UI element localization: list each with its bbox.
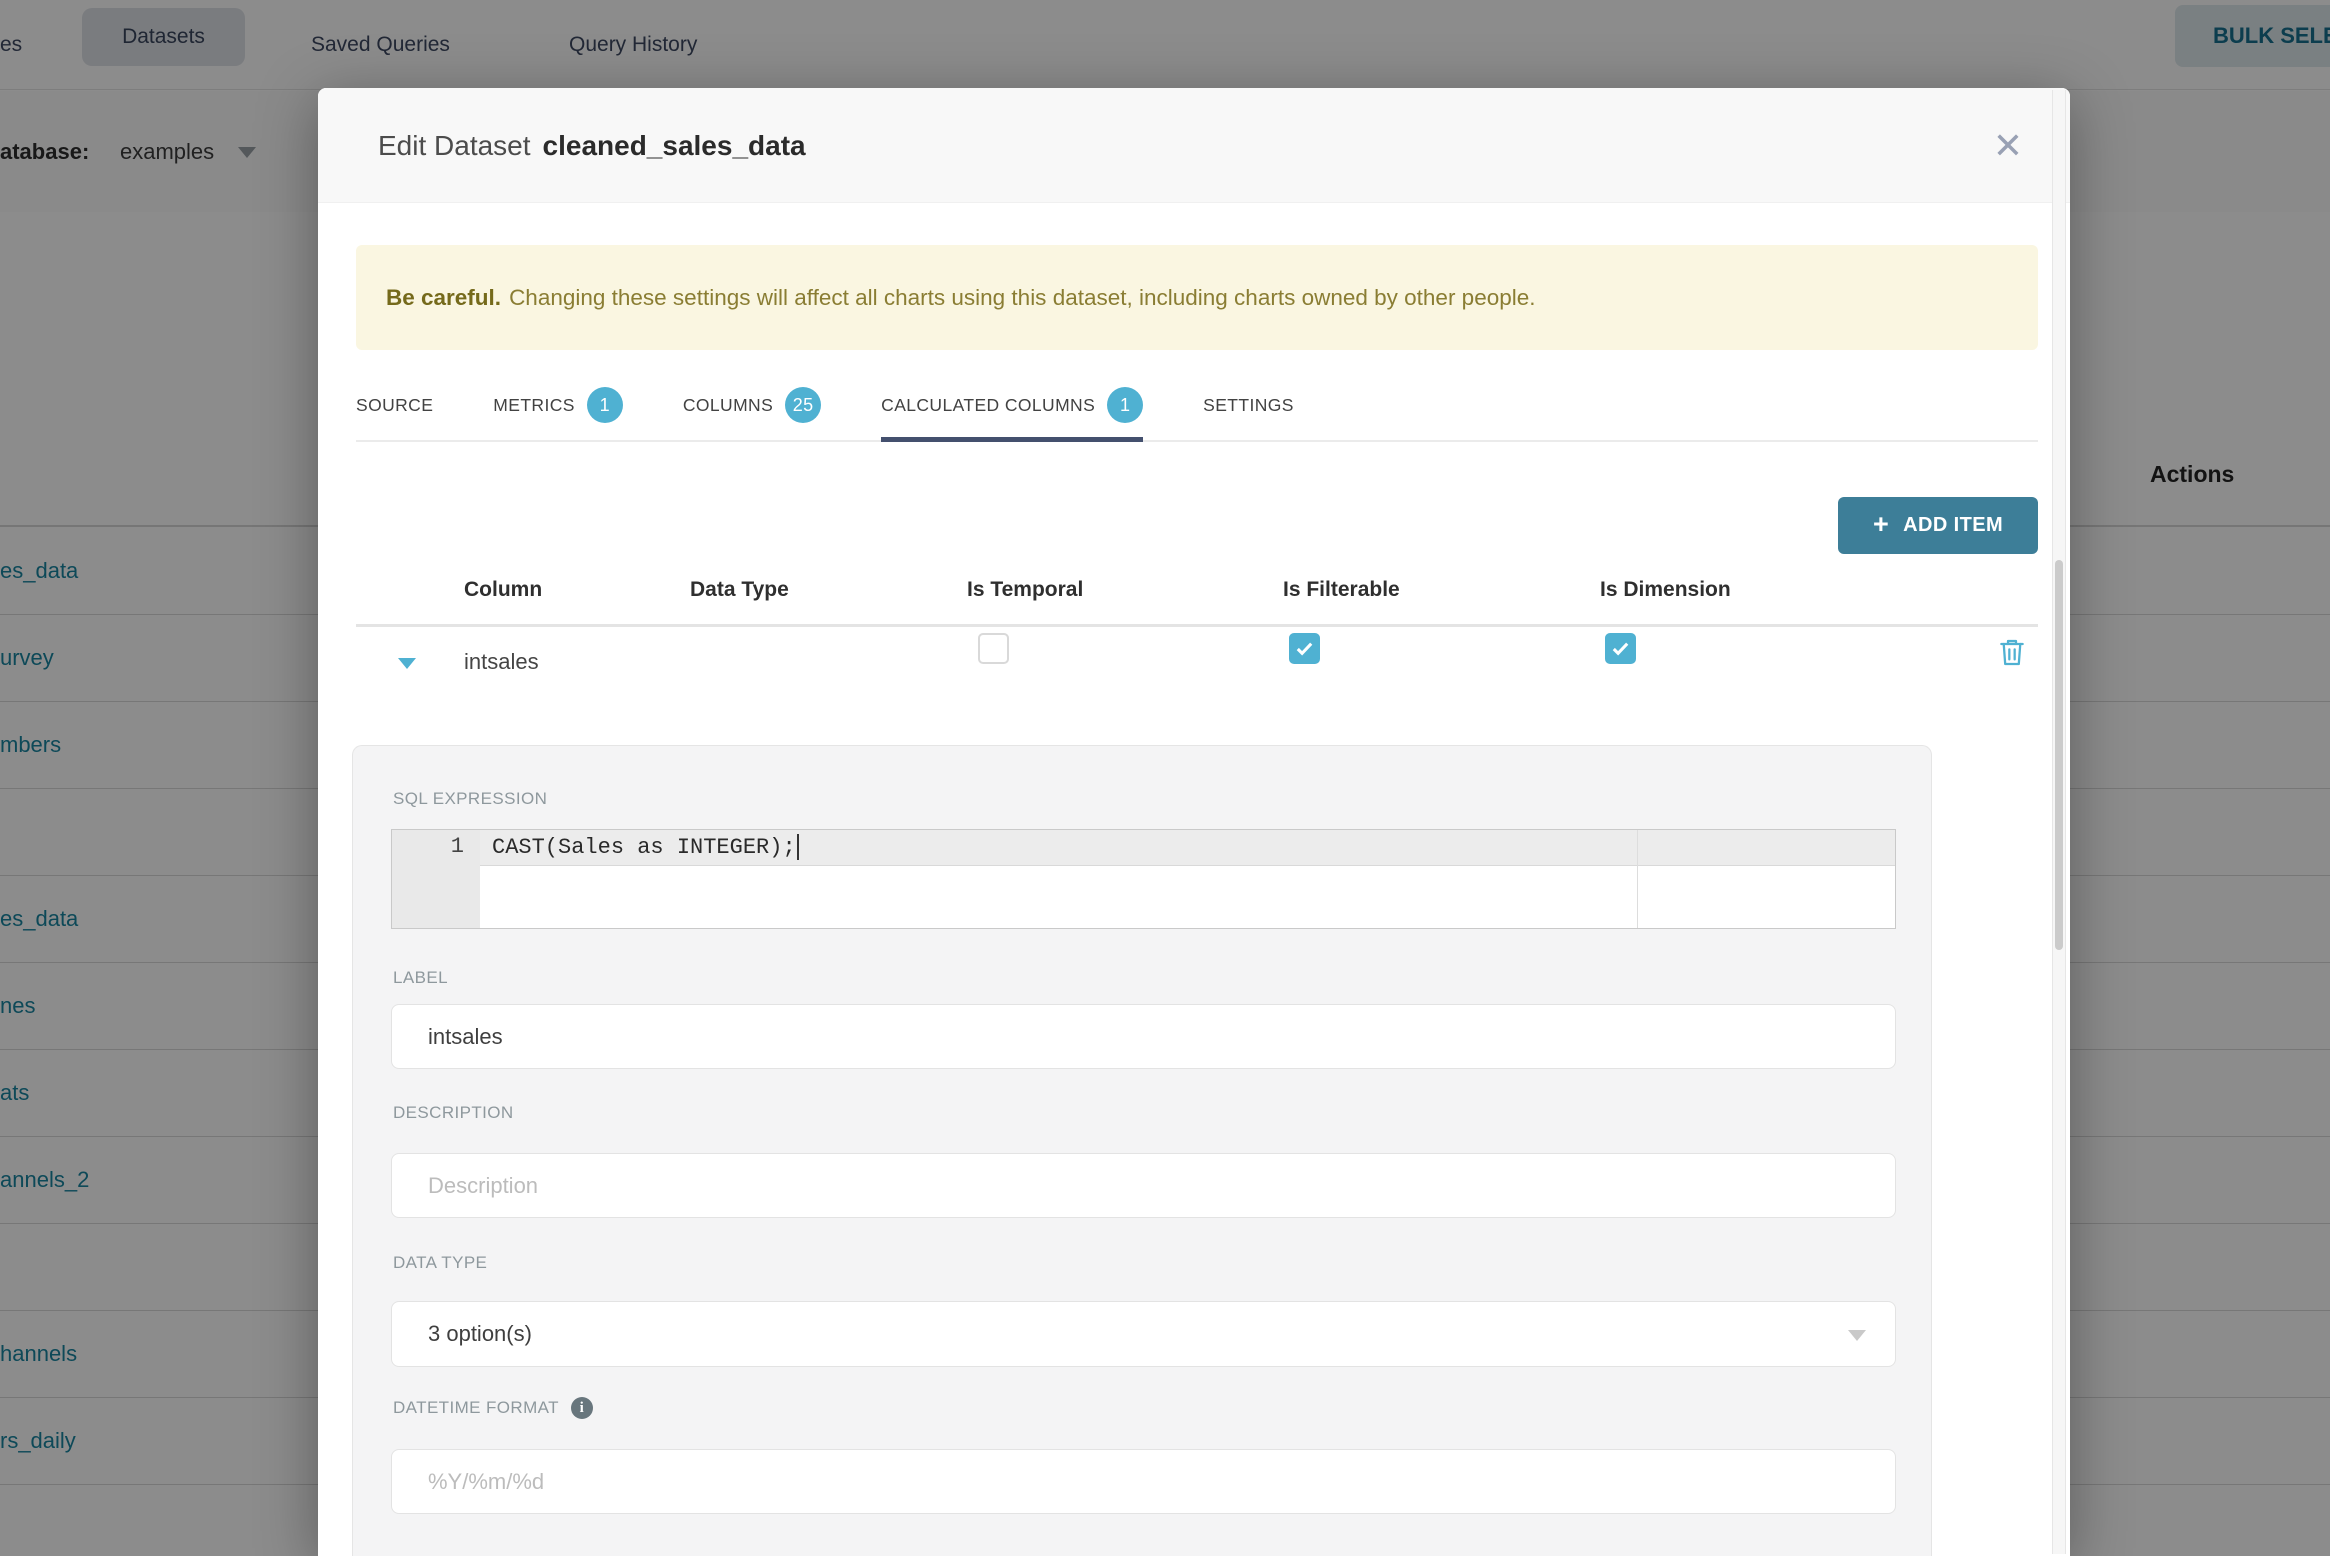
description-field-label: DESCRIPTION (393, 1103, 514, 1122)
calculated-column-name: intsales (464, 649, 539, 674)
count-badge: 25 (785, 387, 822, 423)
tab-label: COLUMNS (682, 394, 774, 415)
is-dimension-checkbox[interactable] (1605, 633, 1636, 664)
label-input-value: intsales (428, 1023, 503, 1049)
expand-caret-icon[interactable] (398, 658, 416, 669)
datetime-format-field-label: DATETIME FORMAT i (393, 1397, 593, 1419)
tab-label: CALCULATED COLUMNS (881, 394, 1096, 415)
tab-settings[interactable]: SETTINGS (1203, 370, 1294, 440)
label-field-label: LABEL (393, 968, 448, 987)
modal-scrollbar[interactable] (2052, 90, 2066, 1554)
description-input[interactable]: Description (391, 1153, 1896, 1218)
is-filterable-checkbox[interactable] (1289, 633, 1320, 664)
column-header-is-dimension: Is Dimension (1600, 578, 1731, 601)
count-badge: 1 (586, 387, 623, 423)
screen: es Datasets Saved Queries Query History … (0, 0, 2330, 1556)
data-type-select[interactable]: 3 option(s) (391, 1301, 1896, 1367)
add-item-button[interactable]: + ADD ITEM (1838, 497, 2038, 554)
check-icon (1612, 642, 1629, 656)
data-type-field-label: DATA TYPE (393, 1253, 488, 1272)
is-temporal-checkbox[interactable] (978, 633, 1009, 664)
columns-header-divider (356, 624, 2038, 627)
description-placeholder: Description (428, 1172, 539, 1198)
column-header-is-temporal: Is Temporal (967, 578, 1084, 601)
datetime-format-input[interactable]: %Y/%m/%d (391, 1449, 1896, 1514)
trash-icon[interactable] (1996, 636, 2028, 668)
modal-header: Edit Dataset cleaned_sales_data ✕ (318, 88, 2070, 203)
modal-title: Edit Dataset cleaned_sales_data (378, 88, 806, 203)
column-header-column: Column (464, 578, 543, 601)
editor-print-margin (1637, 830, 1638, 928)
select-caret-icon[interactable] (1848, 1330, 1866, 1341)
scrollbar-thumb[interactable] (2055, 560, 2063, 950)
datetime-format-placeholder: %Y/%m/%d (428, 1468, 545, 1494)
sql-expression-label: SQL EXPRESSION (393, 789, 548, 808)
add-item-label: ADD ITEM (1903, 514, 2004, 536)
text-cursor (796, 834, 799, 860)
column-header-data-type: Data Type (690, 578, 789, 601)
tab-calculated-columns[interactable]: CALCULATED COLUMNS 1 (881, 370, 1144, 442)
datetime-format-label-text: DATETIME FORMAT (393, 1398, 559, 1417)
modal-title-dataset-name: cleaned_sales_data (542, 129, 806, 161)
label-input[interactable]: intsales (391, 1004, 1896, 1069)
plus-icon: + (1872, 508, 1890, 539)
data-type-value: 3 option(s) (428, 1321, 532, 1346)
tab-label: SOURCE (356, 394, 434, 415)
tab-columns[interactable]: COLUMNS 25 (682, 370, 822, 440)
count-badge: 1 (1107, 387, 1144, 423)
tab-metrics[interactable]: METRICS 1 (493, 370, 623, 440)
check-icon (1296, 642, 1313, 656)
close-icon[interactable]: ✕ (1986, 124, 2030, 168)
tab-label: SETTINGS (1203, 394, 1294, 415)
warning-banner: Be careful. Changing these settings will… (356, 245, 2038, 350)
tab-label: METRICS (493, 394, 575, 415)
info-icon[interactable]: i (570, 1397, 593, 1419)
modal-tabs: SOURCE METRICS 1 COLUMNS 25 CALCULATED C… (356, 370, 2038, 442)
warning-bold: Be careful. (386, 284, 502, 310)
sql-code: CAST(Sales as INTEGER); (492, 834, 799, 860)
editor-line-number: 1 (450, 834, 464, 859)
modal-title-prefix: Edit Dataset (378, 129, 531, 161)
column-header-is-filterable: Is Filterable (1283, 578, 1400, 601)
calculated-column-detail-panel: SQL EXPRESSION 1 CAST(Sales as INTEGER);… (352, 745, 1932, 1556)
edit-dataset-modal: Edit Dataset cleaned_sales_data ✕ Be car… (318, 88, 2070, 1556)
tab-source[interactable]: SOURCE (356, 370, 433, 440)
warning-text: Changing these settings will affect all … (509, 284, 1536, 310)
sql-editor[interactable]: 1 CAST(Sales as INTEGER); (391, 829, 1896, 929)
